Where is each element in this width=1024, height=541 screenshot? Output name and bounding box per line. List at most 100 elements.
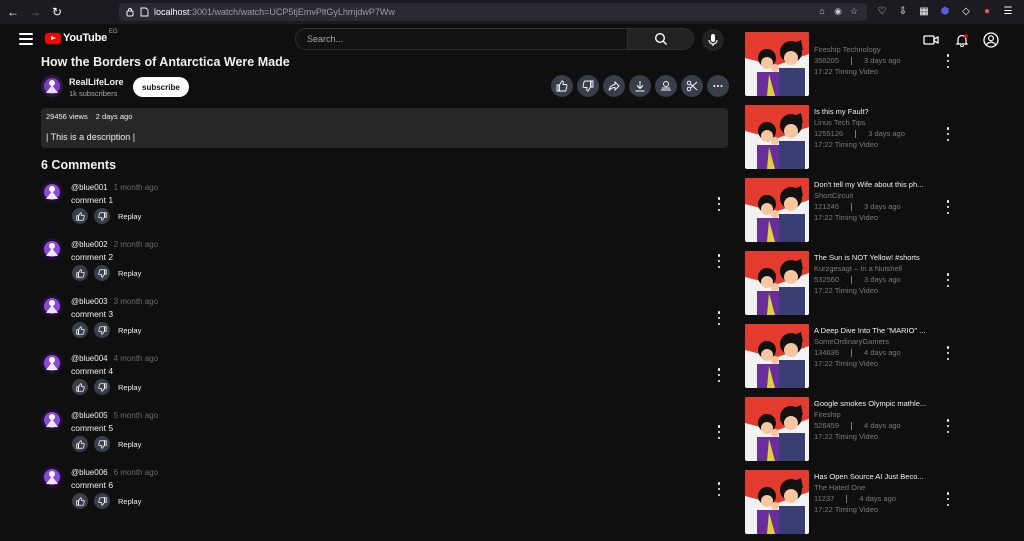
comment-dislike-button[interactable]	[94, 322, 110, 338]
voice-search-button[interactable]	[702, 29, 724, 51]
comment-like-button[interactable]	[72, 379, 88, 395]
recommended-title[interactable]: Google smokes Olympic mathle...	[814, 399, 934, 408]
profile-extension-icon[interactable]: ●	[981, 4, 993, 18]
recommended-more-icon[interactable]	[945, 54, 951, 68]
video-thumbnail[interactable]	[745, 178, 809, 242]
forward-arrow-icon[interactable]: →	[26, 3, 44, 21]
comment-username[interactable]: @blue004	[71, 354, 108, 363]
dislike-button[interactable]	[577, 75, 599, 97]
comment-like-button[interactable]	[72, 265, 88, 281]
channel-avatar[interactable]	[41, 75, 63, 97]
comment-username[interactable]: @blue006	[71, 468, 108, 477]
recommended-video[interactable]: Has Open Source AI Just Beco... The Hated…	[745, 470, 1015, 535]
commenter-avatar[interactable]	[41, 409, 63, 431]
youtube-logo[interactable]: YouTube EG	[45, 29, 118, 44]
recommended-channel[interactable]: SomeOrdinaryGamers	[814, 337, 889, 346]
search-input[interactable]	[296, 29, 627, 49]
video-thumbnail[interactable]	[745, 324, 809, 388]
comment-reply-button[interactable]: Replay	[118, 269, 141, 278]
recommended-channel[interactable]: Fireship	[814, 410, 841, 419]
recommended-title[interactable]: Has Open Source AI Just Beco...	[814, 472, 934, 481]
video-thumbnail[interactable]	[745, 397, 809, 461]
video-thumbnail[interactable]	[745, 105, 809, 169]
extensions-icon[interactable]: ▦	[918, 4, 930, 18]
comment-reply-button[interactable]: Replay	[118, 212, 141, 221]
pocket-icon[interactable]: ♡	[876, 4, 888, 18]
extension-shield-icon[interactable]: ⬢	[939, 4, 951, 18]
comment-like-button[interactable]	[72, 208, 88, 224]
description-box[interactable]: 29456 views 2 days ago | This is a descri…	[41, 108, 728, 148]
reload-icon[interactable]: ↻	[48, 3, 66, 21]
comment-like-button[interactable]	[72, 322, 88, 338]
recommended-title[interactable]: Don't tell my Wife about this ph...	[814, 180, 934, 189]
recommended-more-icon[interactable]	[945, 200, 951, 214]
site-info-icon[interactable]	[125, 7, 135, 17]
comment-reply-button[interactable]: Replay	[118, 497, 141, 506]
comment-username[interactable]: @blue005	[71, 411, 108, 420]
thanks-button[interactable]	[655, 75, 677, 97]
video-thumbnail[interactable]	[745, 470, 809, 534]
comment-reply-button[interactable]: Replay	[118, 326, 141, 335]
recommended-video[interactable]: Google smokes Olympic mathle... Fireship 5…	[745, 397, 1015, 462]
comment-more-icon[interactable]	[716, 197, 722, 211]
recommended-more-icon[interactable]	[945, 346, 951, 360]
like-button[interactable]	[551, 75, 573, 97]
download-button[interactable]	[629, 75, 651, 97]
share-button[interactable]	[603, 75, 625, 97]
commenter-avatar[interactable]	[41, 238, 63, 260]
comment-more-icon[interactable]	[716, 254, 722, 268]
recommended-channel[interactable]: ShortCircuit	[814, 191, 853, 200]
comment-dislike-button[interactable]	[94, 493, 110, 509]
recommended-more-icon[interactable]	[945, 273, 951, 287]
recommended-channel[interactable]: Fireship Technology	[814, 45, 881, 54]
recommended-channel[interactable]: The Hated One	[814, 483, 865, 492]
extension-puzzle-icon[interactable]: ◇	[960, 4, 972, 18]
comment-like-button[interactable]	[72, 436, 88, 452]
comment-username[interactable]: @blue003	[71, 297, 108, 306]
channel-name[interactable]: RealLifeLore	[69, 77, 124, 87]
commenter-avatar[interactable]	[41, 295, 63, 317]
commenter-avatar[interactable]	[41, 181, 63, 203]
recommended-channel[interactable]: Linus Tech Tips	[814, 118, 866, 127]
video-thumbnail[interactable]	[745, 251, 809, 315]
recommended-title[interactable]: Is this my Fault?	[814, 107, 934, 116]
recommended-title[interactable]: A Deep Dive Into The "MARIO" ...	[814, 326, 934, 335]
clip-button[interactable]	[681, 75, 703, 97]
comment-dislike-button[interactable]	[94, 436, 110, 452]
more-actions-button[interactable]	[707, 75, 729, 97]
recommended-more-icon[interactable]	[945, 492, 951, 506]
download-icon[interactable]: ⇩	[897, 4, 909, 18]
recommended-more-icon[interactable]	[945, 419, 951, 433]
recommended-video[interactable]: Is this my Fault? Linus Tech Tips 1255126 3…	[745, 105, 1015, 170]
comment-like-button[interactable]	[72, 493, 88, 509]
comment-more-icon[interactable]	[716, 368, 722, 382]
bookmark-star-icon[interactable]: ☆	[849, 6, 859, 16]
video-thumbnail[interactable]	[745, 32, 809, 96]
comment-dislike-button[interactable]	[94, 208, 110, 224]
reader-icon[interactable]: ◉	[833, 6, 843, 16]
comment-more-icon[interactable]	[716, 311, 722, 325]
recommended-video[interactable]: A Deep Dive Into The "MARIO" ... SomeOrdi…	[745, 324, 1015, 389]
app-menu-icon[interactable]: ☰	[1002, 4, 1014, 18]
comment-reply-button[interactable]: Replay	[118, 383, 141, 392]
recommended-video[interactable]: The Sun is NOT Yellow! #shorts Kurzgesagt…	[745, 251, 1015, 316]
comment-username[interactable]: @blue001	[71, 183, 108, 192]
subscribe-button[interactable]: subscribe	[133, 77, 189, 97]
back-arrow-icon[interactable]: ←	[4, 3, 22, 21]
comment-username[interactable]: @blue002	[71, 240, 108, 249]
home-icon[interactable]: ⌂	[817, 6, 827, 16]
recommended-video[interactable]: Fireship Technology 356205 3 days ago 17:22…	[745, 32, 1015, 97]
comment-more-icon[interactable]	[716, 425, 722, 439]
comment-dislike-button[interactable]	[94, 265, 110, 281]
commenter-avatar[interactable]	[41, 466, 63, 488]
search-button[interactable]	[627, 29, 693, 49]
recommended-channel[interactable]: Kurzgesagt – In a Nutshell	[814, 264, 902, 273]
comment-more-icon[interactable]	[716, 482, 722, 496]
recommended-video[interactable]: Don't tell my Wife about this ph... Short…	[745, 178, 1015, 243]
recommended-title[interactable]: The Sun is NOT Yellow! #shorts	[814, 253, 934, 262]
comment-dislike-button[interactable]	[94, 379, 110, 395]
hamburger-menu-icon[interactable]	[19, 33, 33, 45]
comment-reply-button[interactable]: Replay	[118, 440, 141, 449]
commenter-avatar[interactable]	[41, 352, 63, 374]
url-bar[interactable]: localhost:3001/watch/watch=UCP5tjEmvPltG…	[119, 3, 867, 21]
